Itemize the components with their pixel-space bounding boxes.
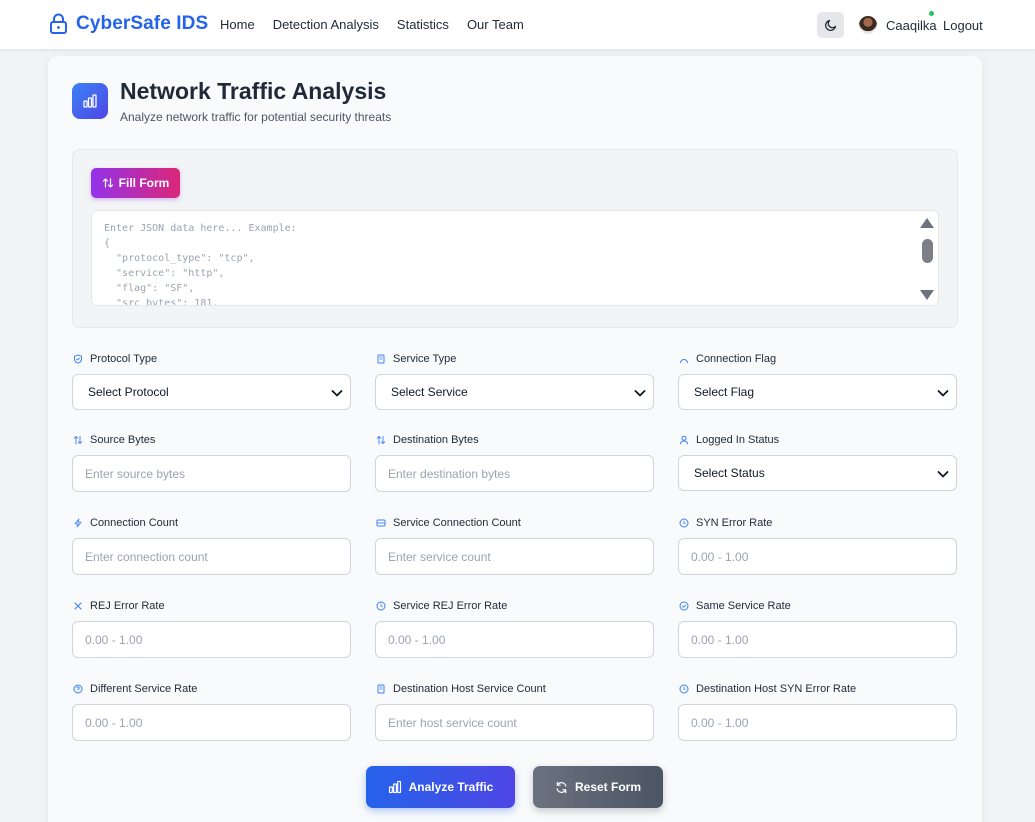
destination-bytes-label: Destination Bytes xyxy=(376,434,479,446)
source-bytes-input[interactable] xyxy=(72,455,351,492)
dst-host-syn-error-rate-label: Destination Host SYN Error Rate xyxy=(679,683,856,695)
different-service-rate-label: Different Service Rate xyxy=(73,683,197,695)
json-placeholder: Enter JSON data here... Example: { "prot… xyxy=(104,223,297,306)
connection-flag-select[interactable]: Select Flag xyxy=(678,374,957,410)
question-circle-icon xyxy=(73,684,83,694)
analyze-traffic-button[interactable]: Analyze Traffic xyxy=(366,766,515,808)
chevron-down-icon xyxy=(634,390,646,397)
chevron-down-icon xyxy=(937,471,949,478)
lightning-icon xyxy=(74,518,82,528)
service-connection-count-label: Service Connection Count xyxy=(376,517,521,529)
clock-icon xyxy=(376,601,386,611)
arrows-up-down-icon xyxy=(102,178,113,188)
same-service-rate-label: Same Service Rate xyxy=(679,600,791,612)
refresh-icon xyxy=(556,781,567,793)
header-icon-box xyxy=(72,83,108,119)
rej-error-rate-input[interactable] xyxy=(72,621,351,658)
avatar[interactable] xyxy=(859,16,877,34)
clock-icon xyxy=(679,684,689,694)
service-rej-error-rate-input[interactable] xyxy=(375,621,654,658)
logged-in-status-label: Logged In Status xyxy=(679,434,779,446)
x-icon xyxy=(74,602,82,610)
page-title: Network Traffic Analysis xyxy=(120,78,387,104)
connection-flag-label: Connection Flag xyxy=(679,353,776,365)
service-connection-count-input[interactable] xyxy=(375,538,654,575)
scroll-thumb[interactable] xyxy=(922,239,933,263)
logged-in-status-select[interactable]: Select Status xyxy=(678,455,957,491)
check-circle-icon xyxy=(679,601,689,611)
nav-links: Home Detection Analysis Statistics Our T… xyxy=(220,17,524,32)
database-icon xyxy=(376,519,386,527)
nav-link-home[interactable]: Home xyxy=(220,17,255,32)
brand[interactable]: CyberSafe IDS xyxy=(49,13,208,35)
bar-chart-icon xyxy=(83,94,97,108)
nav-link-statistics[interactable]: Statistics xyxy=(397,17,449,32)
brand-name: CyberSafe IDS xyxy=(76,13,209,34)
syn-error-rate-label: SYN Error Rate xyxy=(679,517,772,529)
analyze-traffic-label: Analyze Traffic xyxy=(408,780,494,794)
source-bytes-label: Source Bytes xyxy=(73,434,155,446)
arrows-up-down-icon xyxy=(376,435,386,445)
nav-link-detection-analysis[interactable]: Detection Analysis xyxy=(273,17,379,32)
service-type-label: Service Type xyxy=(376,353,456,365)
fill-form-label: Fill Form xyxy=(118,176,170,190)
navbar: CyberSafe IDS Home Detection Analysis St… xyxy=(0,0,1035,50)
syn-error-rate-input[interactable] xyxy=(678,538,957,575)
page-subtitle: Analyze network traffic for potential se… xyxy=(120,110,392,124)
protocol-type-select[interactable]: Select Protocol xyxy=(72,374,351,410)
reset-form-label: Reset Form xyxy=(574,780,642,794)
moon-icon xyxy=(824,19,836,32)
user-icon xyxy=(680,435,688,445)
clock-icon xyxy=(679,518,689,528)
service-type-select[interactable]: Select Service xyxy=(375,374,654,410)
logout-link[interactable]: Logout xyxy=(943,18,983,33)
same-service-rate-input[interactable] xyxy=(678,621,957,658)
rej-error-rate-label: REJ Error Rate xyxy=(73,600,165,612)
protocol-type-label: Protocol Type xyxy=(73,353,157,365)
lock-icon xyxy=(50,13,67,34)
chevron-down-icon xyxy=(937,390,949,397)
connection-count-label: Connection Count xyxy=(73,517,178,529)
bar-chart-icon xyxy=(388,780,401,794)
flag-icon xyxy=(680,359,688,364)
json-textarea[interactable]: Enter JSON data here... Example: { "prot… xyxy=(91,210,939,306)
destination-bytes-input[interactable] xyxy=(375,455,654,492)
dst-host-service-count-input[interactable] xyxy=(375,704,654,741)
dst-host-syn-error-rate-input[interactable] xyxy=(678,704,957,741)
username[interactable]: Caaqilka xyxy=(886,18,937,33)
server-icon xyxy=(377,684,385,694)
scroll-up-arrow[interactable] xyxy=(920,218,934,228)
chevron-down-icon xyxy=(331,390,343,397)
shield-icon xyxy=(74,354,82,364)
connection-count-input[interactable] xyxy=(72,538,351,575)
reset-form-button[interactable]: Reset Form xyxy=(533,766,663,808)
fill-form-button[interactable]: Fill Form xyxy=(91,168,180,198)
server-icon xyxy=(377,354,385,364)
arrows-up-down-icon xyxy=(73,435,83,445)
scroll-down-arrow[interactable] xyxy=(920,290,934,300)
nav-link-our-team[interactable]: Our Team xyxy=(467,17,524,32)
theme-toggle-button[interactable] xyxy=(817,12,844,38)
online-status-dot xyxy=(929,11,934,16)
different-service-rate-input[interactable] xyxy=(72,704,351,741)
scrollbar[interactable] xyxy=(916,211,938,305)
service-rej-error-rate-label: Service REJ Error Rate xyxy=(376,600,507,612)
dst-host-service-count-label: Destination Host Service Count xyxy=(376,683,546,695)
